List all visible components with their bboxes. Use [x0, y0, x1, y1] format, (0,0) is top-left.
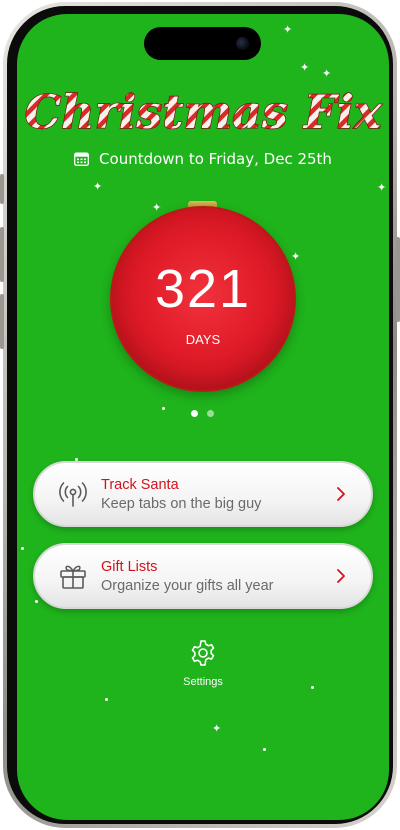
track-santa-subtitle: Keep tabs on the big guy: [101, 495, 262, 512]
action-button: [0, 174, 4, 204]
gear-icon: [191, 640, 215, 666]
volume-up-button: [0, 227, 4, 282]
sparkle-decoration: ✦: [300, 61, 310, 74]
page-indicator[interactable]: [191, 410, 214, 417]
countdown-subtitle-text: Countdown to Friday, Dec 25th: [99, 150, 332, 168]
app-title-text: Christmas Fix: [25, 85, 382, 139]
power-button: [396, 237, 400, 322]
app-title: Christmas Fix: [17, 78, 389, 148]
track-santa-text: Track Santa Keep tabs on the big guy: [101, 477, 333, 512]
countdown-ornament[interactable]: 321 DAYS: [110, 206, 296, 392]
antenna-icon: [55, 476, 91, 512]
countdown-days-label: DAYS: [185, 332, 221, 347]
page-dot-1[interactable]: [191, 410, 198, 417]
gift-lists-button[interactable]: Gift Lists Organize your gifts all year: [33, 543, 373, 609]
sparkle-decoration: ✦: [377, 181, 387, 194]
settings-button[interactable]: Settings: [163, 638, 243, 688]
sparkle-decoration: ✦: [283, 23, 293, 36]
countdown-subtitle: Countdown to Friday, Dec 25th: [17, 150, 389, 168]
sparkle-decoration: ✦: [152, 201, 162, 214]
snow-dot: [21, 547, 24, 550]
gift-lists-title: Gift Lists: [101, 558, 158, 575]
settings-label: Settings: [183, 676, 223, 688]
chevron-right-icon: [337, 487, 345, 501]
calendar-icon: [74, 152, 89, 166]
snow-dot: [162, 407, 165, 410]
phone-frame: ✦ ✦ ✦ ✦ ✦ ✦ ✦ ✦ ✦: [0, 2, 400, 828]
snow-dot: [105, 698, 108, 701]
sparkle-decoration: ✦: [93, 180, 103, 193]
dynamic-island: [144, 27, 261, 60]
page-dot-2[interactable]: [207, 410, 214, 417]
snow-dot: [35, 600, 38, 603]
volume-down-button: [0, 294, 4, 349]
snow-dot: [311, 686, 314, 689]
track-santa-button[interactable]: Track Santa Keep tabs on the big guy: [33, 461, 373, 527]
gift-icon: [55, 558, 91, 594]
gift-lists-text: Gift Lists Organize your gifts all year: [101, 559, 333, 594]
track-santa-title: Track Santa: [101, 476, 179, 493]
countdown-days-value: 321: [154, 259, 252, 319]
sparkle-decoration: ✦: [212, 722, 222, 735]
gift-lists-subtitle: Organize your gifts all year: [101, 577, 274, 594]
camera-icon: [236, 37, 249, 50]
chevron-right-icon: [337, 569, 345, 583]
snow-dot: [263, 748, 266, 751]
app-screen: ✦ ✦ ✦ ✦ ✦ ✦ ✦ ✦ ✦: [17, 14, 389, 820]
